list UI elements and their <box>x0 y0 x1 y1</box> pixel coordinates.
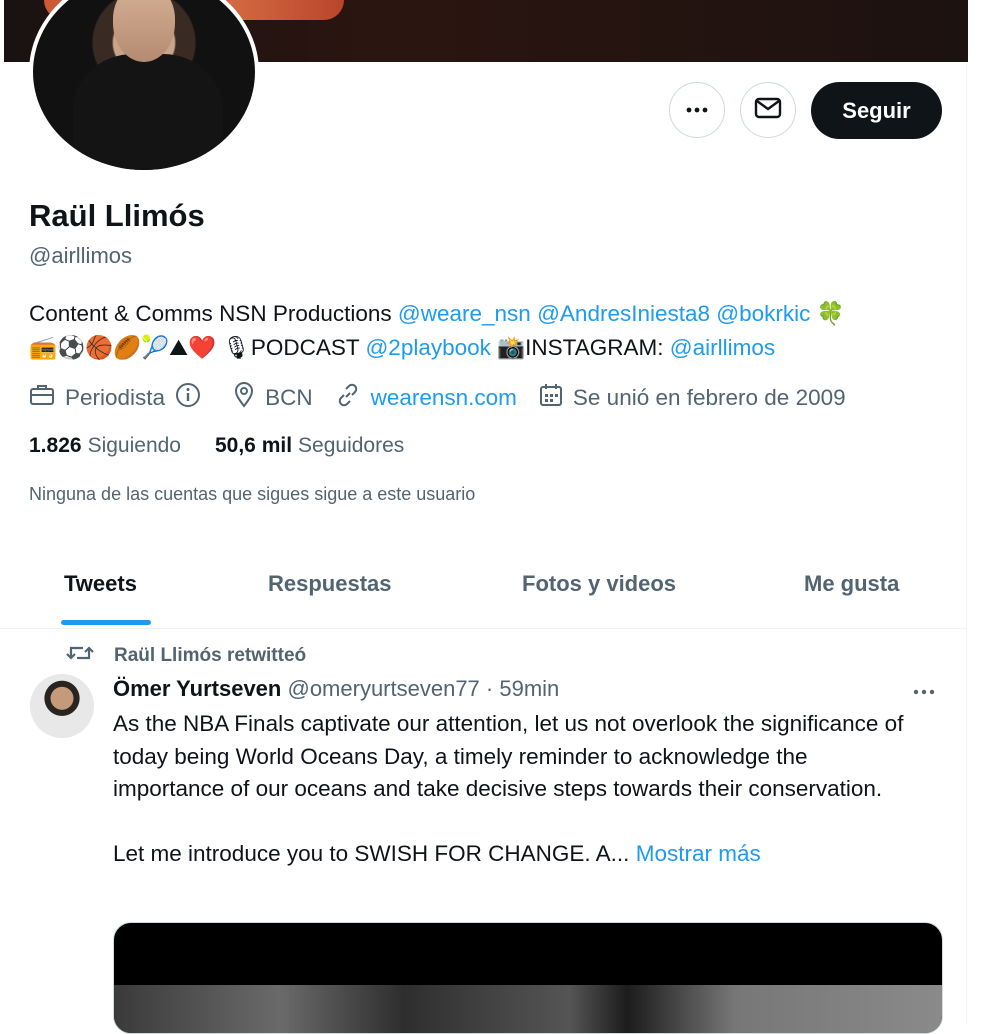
bio-link-weare-nsn[interactable]: @weare_nsn <box>398 301 531 326</box>
following-link[interactable]: 1.826 Siguiendo <box>29 434 181 458</box>
bio-line-1: Content & Comms NSN Productions @weare_n… <box>29 297 929 331</box>
more-options-button[interactable] <box>669 82 725 138</box>
tweet-paragraph-1: As the NBA Finals captivate our attentio… <box>113 711 904 801</box>
tweet-author-handle-time[interactable]: @omeryurtseven77 · 59min <box>287 676 559 701</box>
tweet-more-options[interactable] <box>912 676 936 702</box>
meta-category: Periodista <box>29 382 211 414</box>
column-divider <box>966 62 967 1024</box>
media-preview <box>114 985 942 1033</box>
follow-button[interactable]: Seguir <box>811 82 942 139</box>
info-icon[interactable] <box>175 382 211 414</box>
profile-name: Raül Llimós <box>29 198 205 233</box>
profile-tabs: Tweets Respuestas Fotos y videos Me gust… <box>0 548 966 629</box>
bio-podcast-text: PODCAST <box>250 335 360 360</box>
link-icon <box>335 382 371 414</box>
followers-count: 50,6 mil <box>214 434 293 457</box>
more-dots-icon <box>912 676 936 701</box>
bio-link-airllimos[interactable]: @airllimos <box>670 335 775 360</box>
retweet-icon <box>66 642 114 670</box>
tab-tweets[interactable]: Tweets <box>64 571 137 597</box>
location-pin-icon <box>233 382 265 414</box>
tab-me-gusta[interactable]: Me gusta <box>804 571 899 597</box>
more-dots-icon <box>685 101 709 119</box>
tweet-paragraph-2-text: Let me introduce you to SWISH FOR CHANGE… <box>113 840 630 866</box>
show-more-link[interactable]: Mostrar más <box>636 841 761 866</box>
meta-location: BCN <box>233 382 313 414</box>
tweet-author-name[interactable]: Ömer Yurtseven <box>113 676 281 701</box>
profile-stats: 1.826 Siguiendo 50,6 mil Seguidores <box>29 434 438 458</box>
envelope-icon <box>754 96 782 125</box>
tweet-media[interactable] <box>113 922 943 1034</box>
following-label: Siguiendo <box>87 434 181 457</box>
calendar-icon <box>539 383 573 413</box>
profile-handle: @airllimos <box>29 243 133 268</box>
clover-emoji: 🍀 <box>816 301 845 327</box>
tweet-paragraph-2: Let me introduce you to SWISH FOR CHANGE… <box>113 838 913 871</box>
bio-text: Content & Comms NSN Productions <box>29 301 398 326</box>
bio-instagram-text: INSTAGRAM: <box>525 335 664 360</box>
tweet-header: Ömer Yurtseven @omeryurtseven77 · 59min <box>113 676 559 702</box>
category-label: Periodista <box>65 385 166 410</box>
joined-label: Se unió en febrero de 2009 <box>572 385 846 410</box>
meta-joined: Se unió en febrero de 2009 <box>539 383 846 413</box>
avatar-body <box>73 54 223 170</box>
meta-website: wearensn.com <box>335 382 517 414</box>
tweet-author-avatar[interactable] <box>30 674 94 738</box>
camera-emoji: 📸 <box>497 335 526 361</box>
bio-line-2: 📻⚽🏀🏉🎾⛰❤️ 🎙PODCAST @2playbook 📸INSTAGRAM:… <box>29 331 929 365</box>
followers-link[interactable]: 50,6 mil Seguidores <box>215 434 404 458</box>
tab-fotos-videos[interactable]: Fotos y videos <box>522 571 676 597</box>
profile-avatar[interactable] <box>29 0 259 174</box>
microphone-emoji: 🎙 <box>222 335 251 361</box>
followers-label: Seguidores <box>298 434 405 457</box>
bio-link-2playbook[interactable]: @2playbook <box>365 335 490 360</box>
profile-bio: Content & Comms NSN Productions @weare_n… <box>29 297 929 365</box>
active-tab-indicator <box>61 620 151 625</box>
briefcase-icon <box>29 383 65 413</box>
message-button[interactable] <box>740 82 796 138</box>
tweet-body: As the NBA Finals captivate our attentio… <box>113 708 913 870</box>
retweet-note-text[interactable]: Raül Llimós retwitteó <box>114 645 306 667</box>
profile-meta: Periodista BCN wearensn.com Se unió en f… <box>29 382 868 414</box>
following-count: 1.826 <box>29 434 82 457</box>
tab-respuestas[interactable]: Respuestas <box>268 571 392 597</box>
bio-link-andres-iniesta[interactable]: @AndresIniesta8 <box>537 301 710 326</box>
retweet-note: Raül Llimós retwitteó <box>66 642 306 670</box>
website-link[interactable]: wearensn.com <box>371 385 517 411</box>
avatar-face <box>113 0 175 62</box>
location-label: BCN <box>265 385 313 410</box>
mutual-followers-note: Ninguna de las cuentas que sigues sigue … <box>29 484 476 504</box>
bio-emojis: 📻⚽🏀🏉🎾⛰❤️ <box>29 335 216 361</box>
bio-link-bokrkic[interactable]: @bokrkic <box>716 301 810 326</box>
